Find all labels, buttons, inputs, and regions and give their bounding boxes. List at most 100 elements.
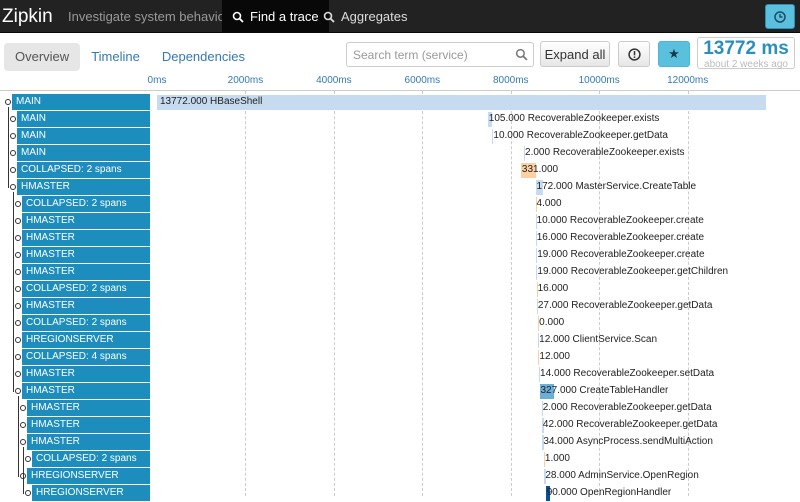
span-name-label: 34.000 AsyncProcess.sendMultiAction	[543, 436, 713, 447]
span-service-label[interactable]: HMASTER	[22, 247, 150, 263]
span-service-label[interactable]: HMASTER	[22, 264, 150, 280]
span-name-label: 12.000 ClientService.Scan	[539, 334, 658, 345]
tree-toggle-icon[interactable]	[15, 337, 21, 343]
tree-toggle-icon[interactable]	[20, 422, 26, 428]
span-name-label: 42.000 RecoverableZookeeper.getData	[542, 419, 718, 430]
tree-toggle-icon[interactable]	[20, 405, 26, 411]
span-service-label[interactable]: MAIN	[17, 111, 150, 127]
tree-toggle-icon[interactable]	[25, 456, 31, 462]
span-service-label[interactable]: HREGIONSERVER	[27, 468, 150, 484]
span-name-label: 27.000 RecoverableZookeeper.getData	[537, 300, 713, 311]
axis-tick-label: 6000ms	[404, 75, 441, 86]
span-row[interactable]: HMASTER 10.000 RecoverableZookeeper.creat…	[0, 213, 800, 230]
clock-button[interactable]	[765, 4, 795, 29]
span-row[interactable]: HMASTER 14.000 RecoverableZookeeper.setDa…	[0, 366, 800, 383]
span-row[interactable]: COLLAPSED: 2 spans 4.000	[0, 196, 800, 213]
span-service-label[interactable]: HMASTER	[27, 434, 150, 450]
span-row[interactable]: HMASTER 172.000 MasterService.CreateTable	[0, 179, 800, 196]
span-row[interactable]: HMASTER 19.000 RecoverableZookeeper.getCh…	[0, 264, 800, 281]
span-service-label[interactable]: HMASTER	[27, 400, 150, 416]
axis-tick-label: 4000ms	[316, 75, 352, 86]
span-row[interactable]: MAIN 13772.000 HBaseShell	[0, 94, 800, 111]
span-row[interactable]: HMASTER 16.000 RecoverableZookeeper.creat…	[0, 230, 800, 247]
brand-logo[interactable]: Zipkin	[0, 0, 53, 33]
span-row[interactable]: HMASTER 27.000 RecoverableZookeeper.getDa…	[0, 298, 800, 315]
span-name-label: 172.000 MasterService.CreateTable	[536, 181, 697, 192]
span-service-label[interactable]: MAIN	[17, 145, 150, 161]
nav-aggregates[interactable]: Aggregates	[313, 0, 418, 33]
tab-overview[interactable]: Overview	[4, 43, 81, 71]
span-service-label[interactable]: COLLAPSED: 2 spans	[22, 281, 150, 297]
star-icon: ★	[668, 46, 680, 61]
axis-tick-label: 8000ms	[492, 75, 529, 86]
span-row[interactable]: HMASTER 42.000 RecoverableZookeeper.getDa…	[0, 417, 800, 434]
span-row[interactable]: HREGIONSERVER 90.000 OpenRegionHandler	[0, 485, 800, 502]
info-button[interactable]	[618, 41, 650, 67]
expand-all-button[interactable]: Expand all	[540, 41, 610, 67]
trace-age: about 2 weeks ago	[704, 59, 788, 70]
tree-toggle-icon[interactable]	[15, 371, 21, 377]
tree-toggle-icon[interactable]	[10, 150, 16, 156]
favorite-button[interactable]: ★	[658, 41, 690, 67]
span-row[interactable]: HMASTER 327.000 CreateTableHandler	[0, 383, 800, 400]
span-service-label[interactable]: COLLAPSED: 4 spans	[22, 349, 150, 365]
span-service-label[interactable]: COLLAPSED: 2 spans	[22, 196, 150, 212]
span-row[interactable]: MAIN 105.000 RecoverableZookeeper.exists	[0, 111, 800, 128]
tab-timeline[interactable]: Timeline	[80, 43, 151, 71]
tree-toggle-icon[interactable]	[15, 269, 21, 275]
tree-toggle-icon[interactable]	[10, 167, 16, 173]
tree-toggle-icon[interactable]	[15, 218, 21, 224]
tree-toggle-icon[interactable]	[10, 184, 16, 190]
span-row[interactable]: COLLAPSED: 2 spans 1.000	[0, 451, 800, 468]
span-service-label[interactable]: COLLAPSED: 2 spans	[32, 451, 150, 467]
span-row[interactable]: HREGIONSERVER 28.000 AdminService.OpenReg…	[0, 468, 800, 485]
span-service-label[interactable]: HMASTER	[22, 213, 150, 229]
span-service-label[interactable]: HMASTER	[22, 298, 150, 314]
tree-toggle-icon[interactable]	[15, 201, 21, 207]
tree-toggle-icon[interactable]	[5, 99, 11, 105]
span-name-label: 1.000	[544, 453, 570, 464]
span-service-label[interactable]: COLLAPSED: 2 spans	[17, 162, 150, 178]
span-service-label[interactable]: HREGIONSERVER	[32, 485, 150, 501]
span-service-label[interactable]: MAIN	[17, 128, 150, 144]
span-name-label: 10.000 RecoverableZookeeper.getData	[493, 130, 668, 141]
tree-toggle-icon[interactable]	[10, 116, 16, 122]
tree-toggle-icon[interactable]	[15, 286, 21, 292]
span-service-label[interactable]: HMASTER	[22, 383, 150, 399]
span-row[interactable]: MAIN 10.000 RecoverableZookeeper.getData	[0, 128, 800, 145]
tree-toggle-icon[interactable]	[15, 320, 21, 326]
span-name-label: 13772.000 HBaseShell	[160, 96, 263, 107]
span-name-label: 0.000	[539, 317, 565, 328]
axis-tick-label: 0ms	[147, 75, 167, 86]
search-input[interactable]	[353, 46, 513, 63]
span-row[interactable]: HMASTER 34.000 AsyncProcess.sendMultiActi…	[0, 434, 800, 451]
span-service-label[interactable]: COLLAPSED: 2 spans	[22, 315, 150, 331]
tree-toggle-icon[interactable]	[25, 490, 31, 496]
span-row[interactable]: HREGIONSERVER 12.000 ClientService.Scan	[0, 332, 800, 349]
tab-dependencies[interactable]: Dependencies	[151, 43, 256, 71]
tree-toggle-icon[interactable]	[15, 235, 21, 241]
span-row[interactable]: COLLAPSED: 2 spans 331.000	[0, 162, 800, 179]
span-row[interactable]: MAIN 2.000 RecoverableZookeeper.exists	[0, 145, 800, 162]
span-service-label[interactable]: HMASTER	[22, 230, 150, 246]
timeline-axis: 0ms 2000ms 4000ms 6000ms 8000ms 10000ms 12000m…	[0, 75, 800, 91]
span-row[interactable]: COLLAPSED: 2 spans 0.000	[0, 315, 800, 332]
span-row[interactable]: HMASTER 2.000 RecoverableZookeeper.getDat…	[0, 400, 800, 417]
span-name-label: 327.000 CreateTableHandler	[540, 385, 669, 396]
span-row[interactable]: COLLAPSED: 4 spans 12.000	[0, 349, 800, 366]
span-service-label[interactable]: HMASTER	[17, 179, 150, 195]
span-service-label[interactable]: HREGIONSERVER	[22, 332, 150, 348]
tree-toggle-icon[interactable]	[15, 303, 21, 309]
span-service-label[interactable]: HMASTER	[27, 417, 150, 433]
tree-toggle-icon[interactable]	[15, 252, 21, 258]
search-icon	[323, 11, 335, 23]
nav-aggregates-label: Aggregates	[341, 9, 408, 24]
tree-toggle-icon[interactable]	[10, 133, 16, 139]
span-service-label[interactable]: MAIN	[12, 94, 150, 110]
tree-toggle-icon[interactable]	[20, 439, 26, 445]
span-row[interactable]: COLLAPSED: 2 spans 16.000	[0, 281, 800, 298]
tree-toggle-icon[interactable]	[15, 388, 21, 394]
tree-toggle-icon[interactable]	[15, 354, 21, 360]
span-service-label[interactable]: HMASTER	[22, 366, 150, 382]
span-row[interactable]: HMASTER 19.000 RecoverableZookeeper.creat…	[0, 247, 800, 264]
